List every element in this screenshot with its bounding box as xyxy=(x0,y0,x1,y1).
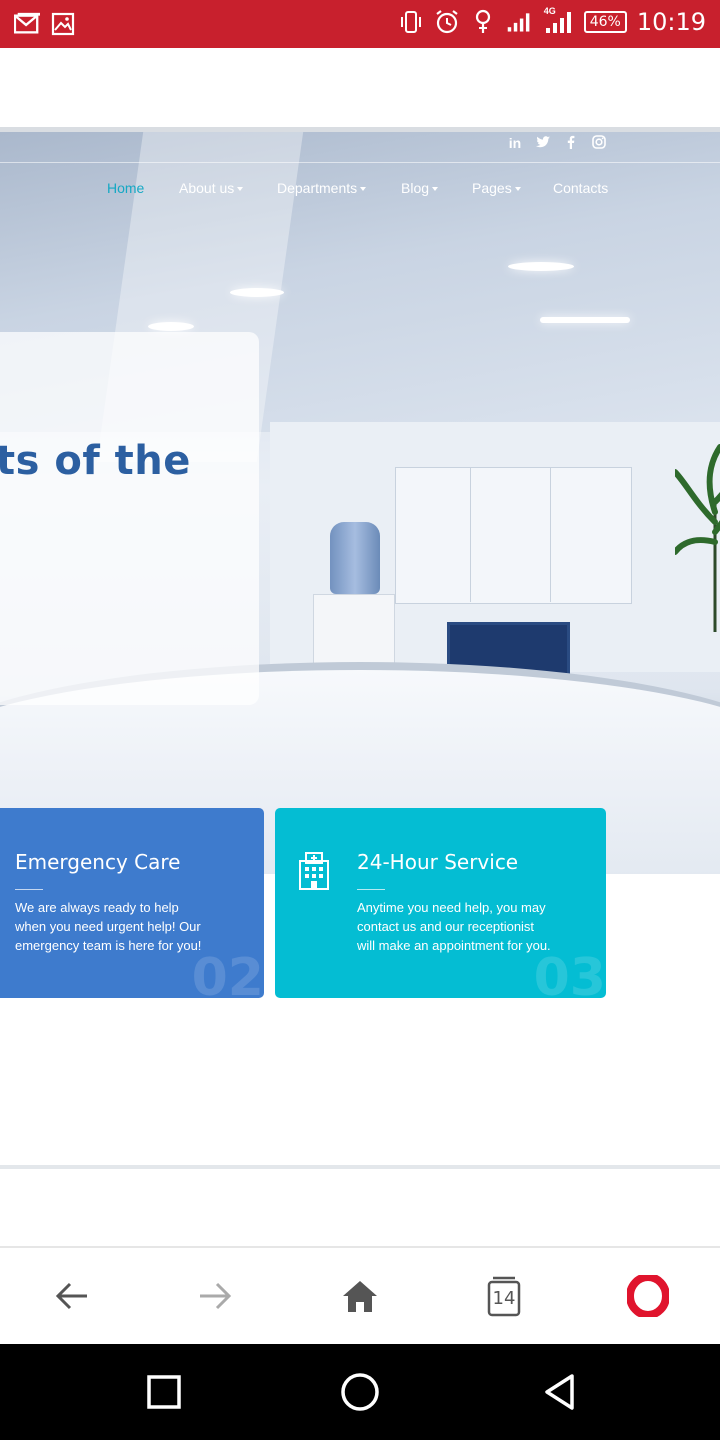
hero-card xyxy=(0,332,259,705)
browser-bottom-bar: 14 xyxy=(0,1248,720,1344)
recents-square-icon[interactable] xyxy=(142,1370,186,1414)
card-title: Emergency Care xyxy=(15,850,181,874)
hero-heading: ts of the xyxy=(0,438,191,484)
browser-top-area xyxy=(0,48,720,128)
ceiling-light xyxy=(540,317,630,323)
ceiling-light xyxy=(148,322,194,331)
status-bar: 4G 46% 10:19 xyxy=(0,0,720,48)
cabinets xyxy=(395,467,632,604)
card-number: 02 xyxy=(191,948,264,998)
chevron-down-icon xyxy=(360,187,367,192)
linkedin-icon[interactable]: in xyxy=(508,135,522,152)
hero-section: in Home About us Departments Blog Pages … xyxy=(0,132,720,874)
tabs-icon[interactable]: 14 xyxy=(482,1274,526,1318)
home-icon[interactable] xyxy=(338,1274,382,1318)
hospital-icon xyxy=(297,851,331,896)
forward-arrow-icon[interactable] xyxy=(193,1274,237,1318)
facebook-icon[interactable] xyxy=(564,135,578,152)
nav-item-departments[interactable]: Departments xyxy=(277,180,367,196)
network-type-label: 4G xyxy=(543,6,556,16)
nav-label: About us xyxy=(179,180,235,196)
clock-time: 10:19 xyxy=(636,8,706,36)
ceiling-light xyxy=(230,288,284,297)
tab-count: 14 xyxy=(492,1288,516,1309)
opera-icon[interactable] xyxy=(626,1274,670,1318)
card-divider xyxy=(15,889,43,890)
back-triangle-icon[interactable] xyxy=(538,1370,582,1414)
instagram-icon[interactable] xyxy=(592,135,606,152)
nav-label: Contacts xyxy=(553,180,609,196)
nav-label: Departments xyxy=(277,180,358,196)
card-number: 03 xyxy=(533,948,606,998)
content-divider xyxy=(0,1165,720,1169)
nav-label: Blog xyxy=(401,180,430,196)
twitter-icon[interactable] xyxy=(536,135,550,152)
card-title: 24-Hour Service xyxy=(357,850,519,874)
mail-icon xyxy=(14,10,40,38)
nav-label: Home xyxy=(107,180,145,196)
chevron-down-icon xyxy=(432,187,439,192)
4g-signal-icon: 4G xyxy=(542,6,574,36)
nav-item-contacts[interactable]: Contacts xyxy=(553,180,608,196)
emergency-care-card[interactable]: Emergency Care We are always ready to he… xyxy=(0,808,264,998)
water-bottle xyxy=(330,522,380,594)
android-nav-bar xyxy=(0,1344,720,1440)
card-description: We are always ready to help when you nee… xyxy=(15,900,202,953)
ceiling-light xyxy=(508,262,574,271)
chevron-down-icon xyxy=(514,187,521,192)
back-arrow-icon[interactable] xyxy=(50,1274,94,1318)
nav-item-about-us[interactable]: About us xyxy=(179,180,244,196)
card-description: Anytime you need help, you may contact u… xyxy=(357,900,551,953)
image-icon xyxy=(50,10,76,38)
vibrate-icon xyxy=(398,8,424,36)
24-hour-service-card[interactable]: 24-Hour Service Anytime you need help, y… xyxy=(275,808,606,998)
social-links: in xyxy=(508,135,606,152)
signal-icon xyxy=(506,8,532,36)
cabinet-line xyxy=(550,467,551,602)
cabinet-line xyxy=(470,467,471,602)
chevron-down-icon xyxy=(237,187,244,192)
location-pin-icon xyxy=(470,8,496,36)
nav-item-blog[interactable]: Blog xyxy=(401,180,439,196)
main-nav: Home About us Departments Blog Pages Con… xyxy=(0,180,720,200)
nav-divider xyxy=(0,162,720,163)
plant-icon xyxy=(675,444,720,632)
card-divider xyxy=(357,889,385,890)
home-circle-icon[interactable] xyxy=(338,1370,382,1414)
alarm-icon xyxy=(434,8,460,36)
nav-item-home[interactable]: Home xyxy=(107,180,144,196)
battery-level: 46% xyxy=(583,11,627,33)
nav-item-pages[interactable]: Pages xyxy=(472,180,521,196)
nav-label: Pages xyxy=(472,180,512,196)
